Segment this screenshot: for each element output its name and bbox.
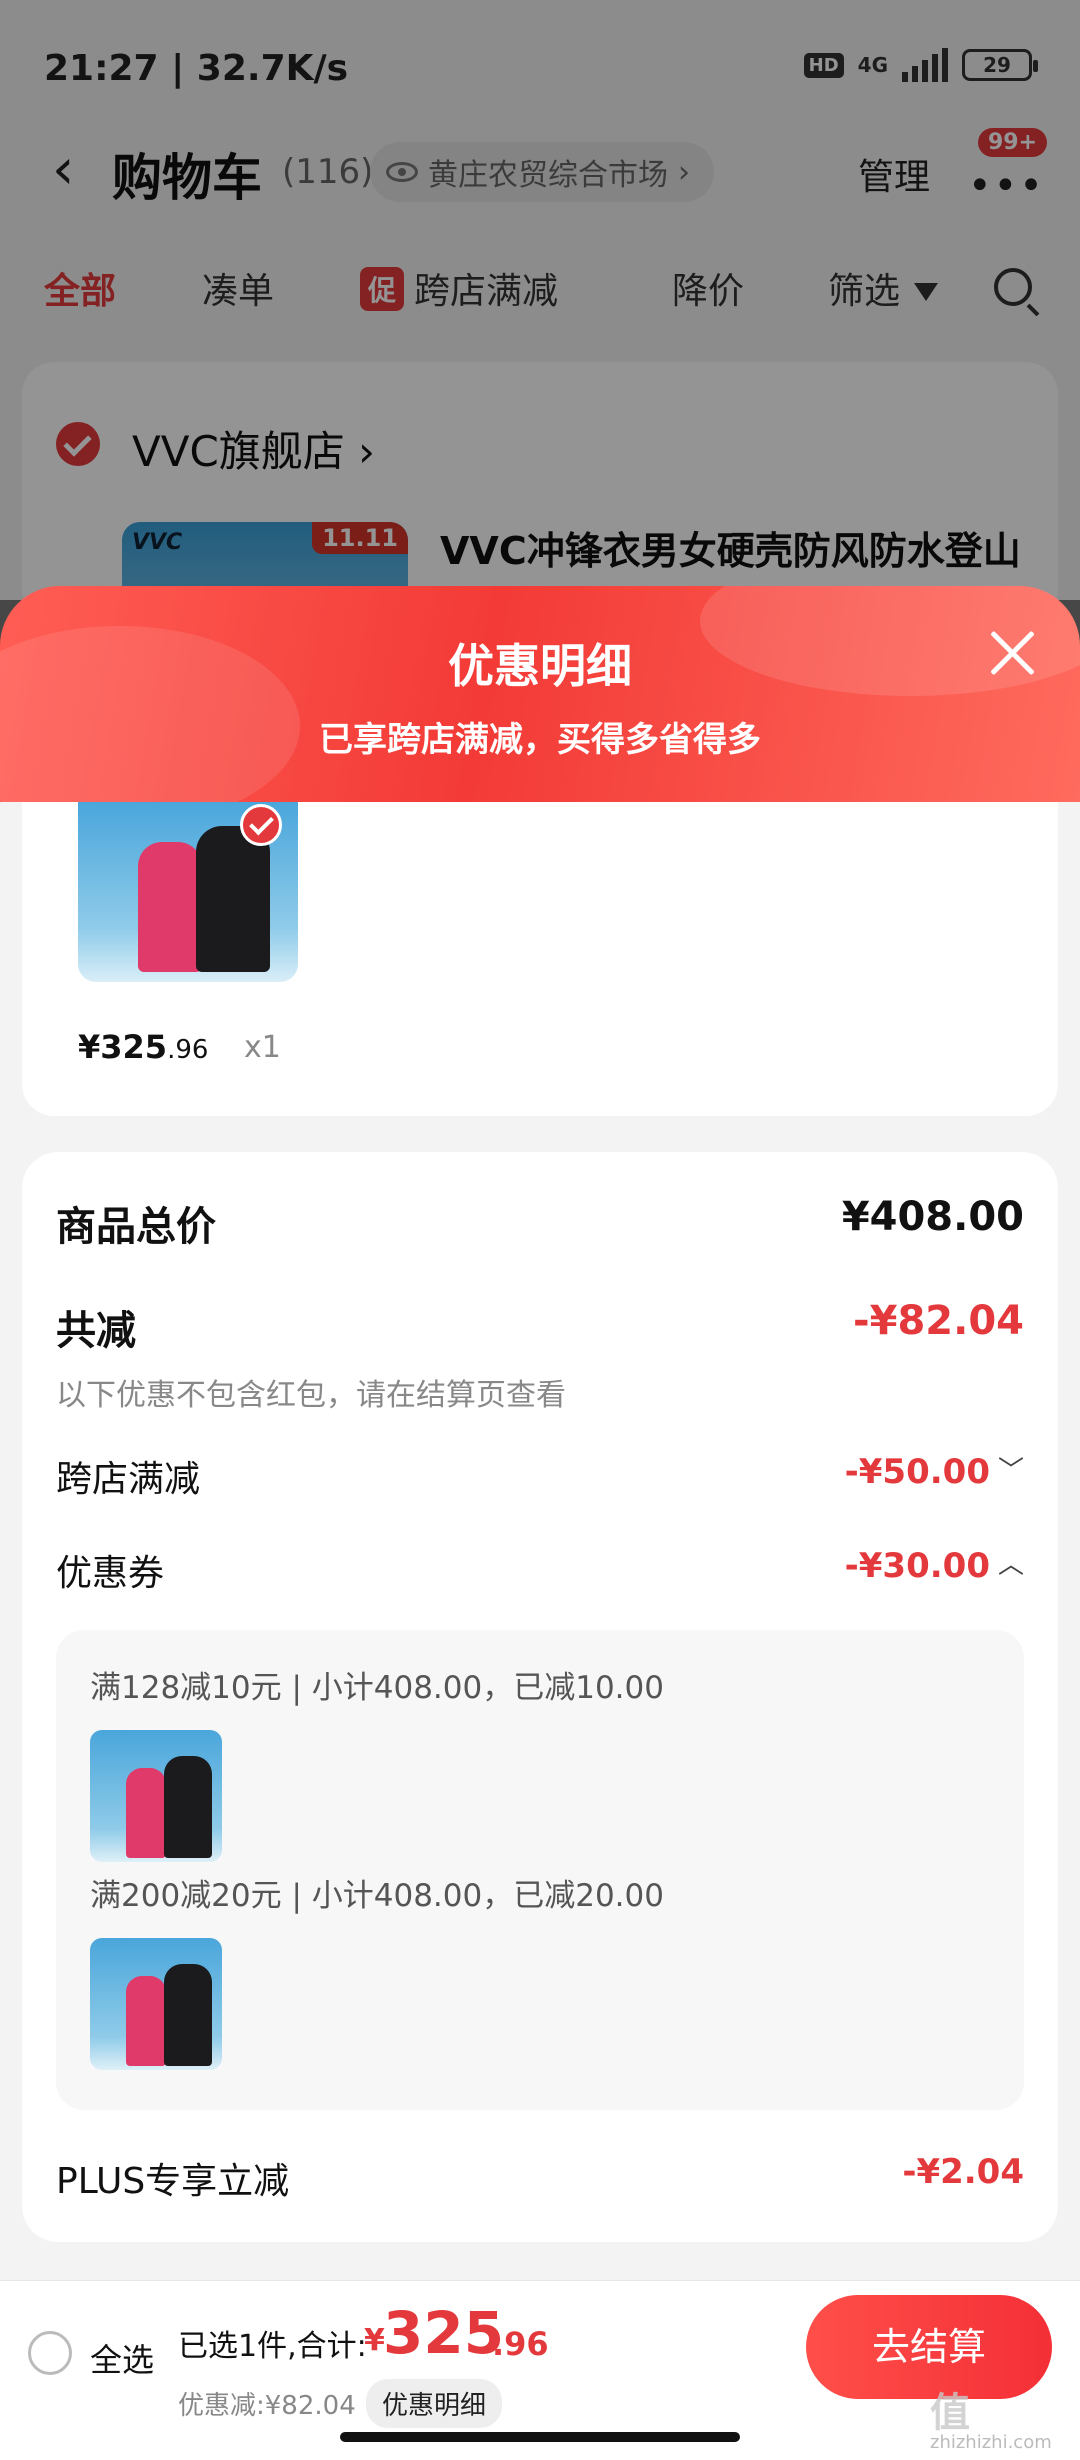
- back-arrow-icon[interactable]: ‹: [52, 142, 74, 198]
- tab-cross-store-label: 跨店满减: [414, 271, 559, 312]
- person-figure: [126, 1768, 166, 1858]
- person-figure: [138, 842, 202, 972]
- close-icon[interactable]: [988, 628, 1038, 678]
- tab-all[interactable]: 全部: [44, 262, 116, 314]
- signal-icon: [902, 48, 948, 82]
- total-value: ¥408.00: [841, 1194, 1024, 1240]
- coupon-line: 满128减10元 | 小计408.00，已减10.00: [90, 1670, 664, 1706]
- market-name: 黄庄农贸综合市场: [428, 158, 668, 193]
- coupon-line: 满200减20元 | 小计408.00，已减20.00: [90, 1878, 664, 1914]
- filter-icon: [914, 283, 939, 301]
- total-amount: 325: [383, 2299, 505, 2367]
- status-time: 21:27 | 32.7K/s: [44, 48, 349, 89]
- home-indicator[interactable]: [340, 2432, 740, 2442]
- cross-store-label: 跨店满减: [56, 1459, 201, 1500]
- discount-detail-button[interactable]: 优惠明细: [366, 2379, 503, 2428]
- total-row: 商品总价 ¥408.00: [56, 1194, 1024, 1250]
- product-selected-icon[interactable]: [240, 804, 282, 846]
- tab-price-drop[interactable]: 降价: [672, 262, 744, 314]
- discount-amount: 优惠减:¥82.04: [178, 2391, 356, 2421]
- network-type: 4G: [857, 53, 888, 77]
- cross-store-value-group: -¥50.00 ﹀: [845, 1450, 1024, 1492]
- hd-icon: HD: [803, 52, 844, 78]
- person-figure: [164, 1756, 212, 1858]
- select-all-radio[interactable]: [28, 2331, 72, 2375]
- brand-logo: VVC: [132, 530, 183, 555]
- product-price: ¥325.96: [78, 1028, 209, 1066]
- tab-cross-store[interactable]: 促跨店满减: [360, 262, 558, 314]
- cart-page-background: 21:27 | 32.7K/s HD 4G 29 ‹ 购物车 (116) 黄庄农…: [0, 0, 1080, 642]
- store-card: VVC旗舰店 › VVC 11.11 VVC冲锋衣男女硬壳防风防水登山: [22, 362, 1058, 642]
- person-figure: [164, 1964, 212, 2066]
- coupon-detail-box: 满128减10元 | 小计408.00，已减10.00 满200减20元 | 小…: [56, 1630, 1024, 2110]
- product-quantity: x1: [244, 1030, 281, 1065]
- sheet-title: 优惠明细: [448, 639, 632, 693]
- tab-combine[interactable]: 凑单: [202, 262, 274, 314]
- chevron-right-icon: ›: [678, 154, 690, 190]
- discount-sheet-header: 优惠明细 已享跨店满减，买得多省得多: [0, 586, 1080, 802]
- sheet-subtitle: 已享跨店满减，买得多省得多: [319, 720, 761, 760]
- plus-value: -¥2.04: [902, 2152, 1024, 2192]
- discount-note: 以下优惠不包含红包，请在结算页查看: [56, 1378, 566, 1413]
- watermark-logo: 值: [930, 2390, 970, 2436]
- more-dots-icon[interactable]: •••: [968, 166, 1045, 206]
- person-figure: [126, 1976, 166, 2066]
- promo-chip: 促: [360, 267, 405, 311]
- coupon-product-thumbnail: [90, 1938, 222, 2070]
- reduce-value: -¥82.04: [853, 1298, 1024, 1344]
- checkout-button[interactable]: 去结算: [806, 2295, 1052, 2399]
- watermark-url: zhizhizhi.com: [930, 2432, 1052, 2453]
- total-decimal: .96: [492, 2325, 549, 2363]
- eye-icon: [386, 162, 418, 182]
- page-title: 购物车: [112, 149, 262, 207]
- reduce-label: 共减: [56, 1308, 136, 1354]
- coupon-value-group: -¥30.00 ︿: [845, 1544, 1024, 1586]
- battery-icon: 29: [962, 49, 1038, 81]
- chevron-up-icon: ︿: [997, 1550, 1024, 1580]
- total-label: 商品总价: [56, 1204, 216, 1250]
- chevron-down-icon: ﹀: [997, 1456, 1024, 1486]
- store-check-icon[interactable]: [56, 422, 100, 466]
- store-name[interactable]: VVC旗舰店 ›: [132, 418, 375, 479]
- plus-row: PLUS专享立减 -¥2.04: [56, 2152, 1024, 2202]
- market-selector[interactable]: 黄庄农贸综合市场 ›: [370, 142, 714, 202]
- status-bar: 21:27 | 32.7K/s HD 4G 29: [0, 0, 1080, 130]
- person-figure: [196, 826, 270, 972]
- reduce-row: 共减 -¥82.04: [56, 1298, 1024, 1354]
- total-currency: ¥: [364, 2323, 385, 2358]
- tab-filter[interactable]: 筛选: [828, 262, 939, 314]
- promo-tag: 11.11: [312, 522, 408, 554]
- cart-tabs: 全部 凑单 促跨店满减 降价 筛选: [0, 262, 1080, 322]
- note-row: 以下优惠不包含红包，请在结算页查看: [56, 1370, 1024, 1413]
- cart-header: ‹ 购物车 (116) 黄庄农贸综合市场 › 管理 ••• 99+: [0, 120, 1080, 220]
- select-all-label[interactable]: 全选: [90, 2335, 154, 2381]
- coupon-label: 优惠券: [56, 1553, 165, 1594]
- cross-store-value: -¥50.00: [844, 1452, 990, 1492]
- cross-store-row[interactable]: 跨店满减 -¥50.00 ﹀: [56, 1450, 1024, 1500]
- discount-sheet-body: ¥325.96 x1 商品总价 ¥408.00 共减 -¥82.04 以下优惠不…: [0, 802, 1080, 2460]
- message-badge: 99+: [978, 128, 1048, 157]
- tab-filter-label: 筛选: [828, 271, 901, 312]
- status-icons: HD 4G 29: [803, 48, 1038, 82]
- cart-count: (116): [282, 152, 374, 192]
- selected-summary: 已选1件,合计:: [178, 2329, 367, 2364]
- product-title[interactable]: VVC冲锋衣男女硬壳防风防水登山: [440, 520, 1021, 575]
- coupon-product-thumbnail: [90, 1730, 222, 1862]
- plus-label: PLUS专享立减: [56, 2161, 290, 2202]
- price-summary-card: 商品总价 ¥408.00 共减 -¥82.04 以下优惠不包含红包，请在结算页查…: [22, 1152, 1058, 2242]
- coupon-row[interactable]: 优惠券 -¥30.00 ︿: [56, 1544, 1024, 1594]
- product-card: ¥325.96 x1: [22, 802, 1058, 1116]
- manage-button[interactable]: 管理: [858, 148, 930, 200]
- search-icon[interactable]: [994, 268, 1032, 306]
- coupon-value: -¥30.00: [844, 1546, 990, 1586]
